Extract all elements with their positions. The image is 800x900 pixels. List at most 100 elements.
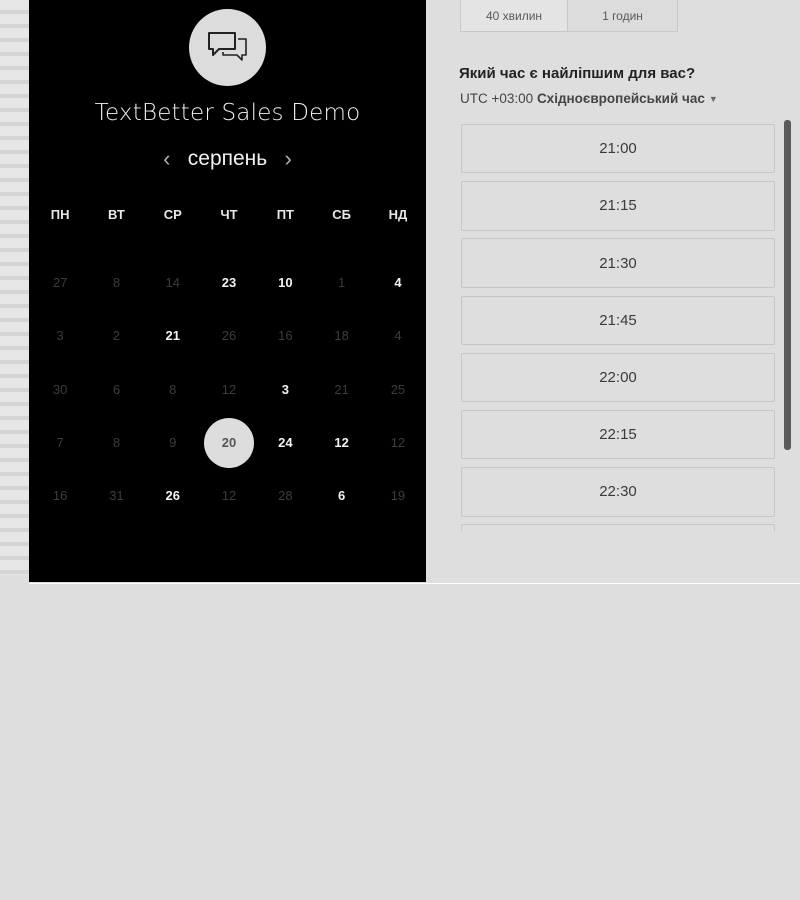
time-slot-list[interactable]: 21:00 21:15 21:30 21:45 22:00 22:15 22:30	[461, 124, 777, 531]
chat-bubbles-icon	[207, 31, 247, 61]
calendar-day-number: 25	[390, 381, 406, 397]
calendar-day: 7	[32, 416, 88, 469]
calendar-day: 25	[370, 363, 426, 416]
calendar-day-number: 19	[390, 488, 406, 504]
calendar-day-number: 8	[112, 435, 121, 451]
calendar-day-number: 30	[52, 381, 68, 397]
calendar-day-number: 7	[56, 435, 64, 451]
calendar-day: 12	[370, 416, 426, 469]
calendar-day-number: 12	[334, 435, 349, 451]
calendar-day: 27	[32, 256, 88, 309]
calendar-day-available[interactable]: 23	[201, 256, 257, 309]
calendar-day-number: 18	[334, 328, 349, 344]
calendar-day: 19	[370, 469, 426, 522]
calendar-day-number: 8	[169, 381, 177, 397]
calendar-day: 6	[88, 363, 144, 416]
calendar-day: 9	[145, 416, 201, 469]
calendar-day-number: 12	[390, 435, 406, 451]
timezone-selector[interactable]: UTC +03:00 Східноєвропейський час ▼	[460, 91, 718, 106]
calendar-panel: TextBetter Sales Demo ‹ серпень › ПН ВТ СР…	[29, 0, 426, 582]
calendar-day-number: 27	[52, 275, 68, 291]
calendar-day-number: 9	[169, 435, 177, 451]
calendar-day-number: 21	[165, 328, 180, 344]
calendar-day-available[interactable]: 24	[257, 416, 313, 469]
calendar-day: 1	[313, 256, 369, 309]
calendar-day-number: 6	[112, 381, 121, 397]
duration-option-1h[interactable]: 1 годин	[568, 0, 677, 31]
calendar-day: 26	[201, 309, 257, 362]
weekday-header: СР	[163, 207, 182, 222]
calendar-day: 31	[88, 469, 144, 522]
calendar-day: 8	[145, 363, 201, 416]
calendar-day-number: 12	[221, 488, 237, 504]
calendar-day-number: 4	[394, 275, 402, 291]
calendar-day-available[interactable]: 21	[145, 309, 201, 362]
time-slot-button[interactable]: 21:15	[461, 181, 775, 231]
calendar-day: 12	[201, 469, 257, 522]
event-title: TextBetter Sales Demo	[94, 100, 361, 126]
calendar-day-number: 14	[165, 275, 180, 291]
calendar-day-number: 4	[394, 328, 402, 344]
duration-selector: 40 хвилин 1 годин	[460, 0, 678, 32]
weekday-header: НД	[388, 207, 408, 222]
scheduler-widget: TextBetter Sales Demo ‹ серпень › ПН ВТ СР…	[29, 0, 800, 584]
calendar-day: 8	[88, 256, 144, 309]
slot-list-scrollbar[interactable]	[784, 120, 791, 450]
timezone-offset: UTC +03:00	[460, 91, 534, 106]
calendar-day-selected[interactable]: 20	[201, 416, 257, 469]
calendar-day-number: 3	[281, 381, 289, 397]
duration-option-40min[interactable]: 40 хвилин	[461, 0, 568, 31]
calendar-day-available[interactable]: 4	[370, 256, 426, 309]
calendar-day: 4	[370, 309, 426, 362]
calendar-day-available[interactable]: 3	[257, 363, 313, 416]
calendar-day-number: 6	[338, 488, 346, 504]
calendar-day-number: 26	[165, 488, 180, 504]
weekday-header: ПТ	[276, 207, 294, 222]
weekday-header: ПН	[50, 207, 70, 222]
calendar-day-number: 21	[334, 381, 349, 397]
calendar-day-available[interactable]: 6	[313, 469, 369, 522]
calendar-day-number: 23	[221, 275, 237, 291]
weekday-header: СБ	[332, 207, 351, 222]
calendar-spacer	[32, 237, 426, 256]
weekday-header: ВТ	[108, 207, 125, 222]
calendar-day-available[interactable]: 10	[257, 256, 313, 309]
time-slot-button[interactable]: 22:00	[461, 352, 775, 403]
month-label: серпень	[187, 147, 268, 170]
calendar-day: 14	[145, 256, 201, 309]
calendar-day-number: 26	[221, 328, 237, 344]
calendar-day-number: 28	[278, 488, 293, 504]
calendar-day-available[interactable]: 12	[313, 416, 369, 469]
calendar-day: 12	[201, 363, 257, 416]
calendar-day-number: 16	[278, 328, 293, 344]
calendar-day: 21	[313, 363, 369, 416]
calendar-day: 16	[32, 469, 88, 522]
calendar-day-number: 16	[52, 488, 68, 504]
next-month-button[interactable]: ›	[273, 146, 303, 172]
calendar-day-number: 10	[278, 275, 293, 291]
calendar-day-number: 2	[112, 328, 121, 344]
time-slot-button[interactable]: 21:45	[461, 295, 775, 345]
calendar-day: 28	[257, 469, 313, 522]
caret-down-icon: ▼	[708, 94, 718, 104]
time-slot-button[interactable]: 22:15	[461, 409, 775, 460]
time-slot-button[interactable]	[461, 524, 775, 531]
prev-month-button[interactable]: ‹	[152, 146, 182, 172]
calendar-day-available[interactable]: 26	[145, 469, 201, 522]
timezone-name: Східноєвропейський час	[536, 91, 705, 106]
calendar-day-number: 8	[112, 275, 121, 291]
time-slot-button[interactable]: 22:30	[461, 467, 775, 517]
calendar-day: 8	[88, 416, 144, 469]
calendar-grid: ПН ВТ СР ЧТ ПТ СБ НД 27 8 14 23 10 1 4 3 2 21 26 16 18 4 30 6 8…	[32, 192, 426, 522]
time-slot-button[interactable]: 21:30	[461, 238, 775, 288]
calendar-day-number: 24	[278, 435, 293, 451]
calendar-day: 18	[313, 309, 369, 362]
page-background	[0, 0, 29, 575]
time-question: Який час є найліпшим для вас?	[459, 65, 696, 82]
calendar-day-number: 31	[109, 488, 124, 504]
month-navigation: ‹ серпень ›	[29, 146, 426, 172]
calendar-day-number: 20	[204, 417, 255, 468]
weekday-header: ЧТ	[220, 207, 238, 222]
time-slot-button[interactable]: 21:00	[461, 124, 775, 174]
calendar-day-number: 3	[56, 328, 64, 344]
